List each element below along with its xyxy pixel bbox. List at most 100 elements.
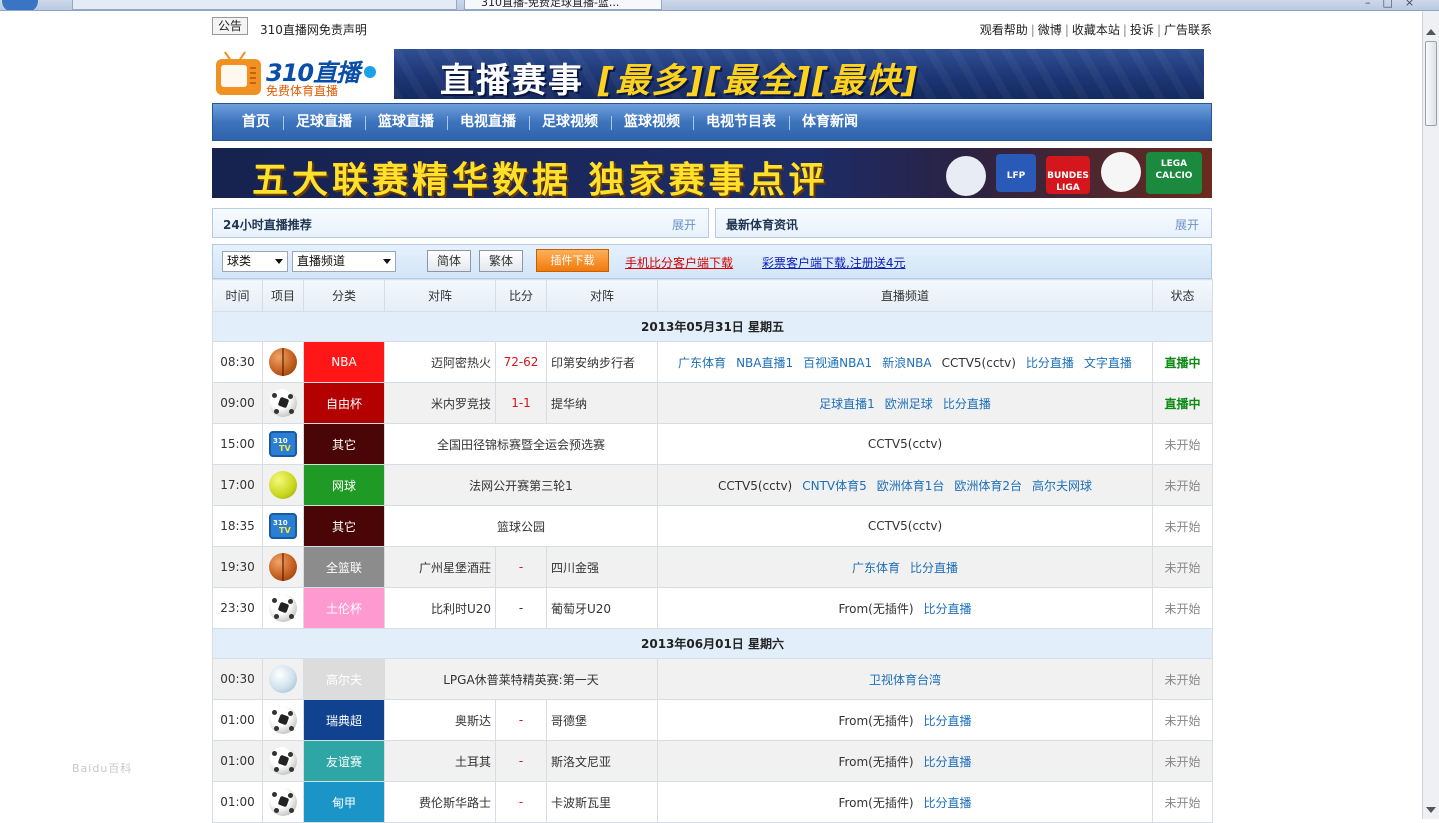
table-row[interactable]: 01:00 友谊赛 土耳其 - 斯洛文尼亚 From(无插件) 比分直播 未开始: [212, 740, 1213, 782]
home-team[interactable]: 迈阿密热火: [384, 341, 496, 383]
category-badge[interactable]: 网球: [303, 464, 385, 506]
window-controls[interactable]: –□×: [1365, 0, 1435, 10]
table-row[interactable]: 17:00 网球 法网公开赛第三轮1 CCTV5(cctv) CNTV体育5 欧洲体…: [212, 464, 1213, 506]
category-badge[interactable]: 友谊赛: [303, 740, 385, 782]
score[interactable]: -: [495, 699, 547, 741]
table-row[interactable]: 15:00 其它 全国田径锦标赛暨全运会预选赛 CCTV5(cctv) 未开始: [212, 423, 1213, 465]
away-team[interactable]: 印第安纳步行者: [546, 341, 658, 383]
site-logo[interactable]: 310直播 免费体育直播: [212, 49, 382, 99]
score[interactable]: -: [495, 740, 547, 782]
channel-link[interactable]: 比分直播: [924, 602, 972, 616]
browser-tab[interactable]: [72, 0, 457, 10]
nav-item-tv-schedule[interactable]: 电视节目表: [693, 104, 789, 140]
home-team[interactable]: 广州星堡酒莊: [384, 546, 496, 588]
category-badge[interactable]: 其它: [303, 423, 385, 465]
table-row[interactable]: 00:30 高尔夫 LPGA休普莱特精英赛:第一天 卫视体育台湾 未开始: [212, 658, 1213, 700]
channel-link[interactable]: CCTV5(cctv): [868, 437, 942, 451]
channel-link[interactable]: 文字直播: [1084, 356, 1132, 370]
nav-item-football-live[interactable]: 足球直播: [283, 104, 365, 140]
mobile-client-link[interactable]: 手机比分客户端下载: [625, 254, 733, 271]
away-team[interactable]: 提华纳: [546, 382, 658, 424]
channel-select[interactable]: 直播频道: [292, 251, 396, 272]
channel-link[interactable]: 新浪NBA: [882, 356, 931, 370]
channel-link[interactable]: 广东体育: [852, 561, 900, 575]
notice-link[interactable]: 310直播网免责声明: [260, 21, 367, 38]
expand-link[interactable]: 展开: [672, 216, 696, 233]
channel-link[interactable]: 比分直播: [924, 755, 972, 769]
table-row[interactable]: 19:30 全篮联 广州星堡酒莊 - 四川金强 广东体育 比分直播 未开始: [212, 546, 1213, 588]
table-row[interactable]: 23:30 土伦杯 比利时U20 - 葡萄牙U20 From(无插件) 比分直播 …: [212, 587, 1213, 629]
category-badge[interactable]: 高尔夫: [303, 658, 385, 700]
score[interactable]: -: [495, 781, 547, 823]
channel-link[interactable]: From(无插件): [838, 602, 913, 616]
help-link[interactable]: 观看帮助: [980, 23, 1028, 37]
channel-link[interactable]: 欧洲足球: [885, 397, 933, 411]
channel-link[interactable]: 比分直播: [1026, 356, 1074, 370]
channel-link[interactable]: CCTV5(cctv): [868, 519, 942, 533]
away-team[interactable]: 葡萄牙U20: [546, 587, 658, 629]
table-row[interactable]: 08:30 NBA 迈阿密热火 72-62 印第安纳步行者 广东体育 NBA直播1…: [212, 341, 1213, 383]
plugin-download-button[interactable]: 插件下载: [536, 249, 609, 272]
nav-item-football-video[interactable]: 足球视频: [529, 104, 611, 140]
back-button[interactable]: [2, 0, 38, 10]
nav-item-home[interactable]: 首页: [229, 104, 283, 140]
home-team[interactable]: 奥斯达: [384, 699, 496, 741]
top-banner-ad[interactable]: 直播赛事 [最多][最全][最快]: [394, 49, 1204, 99]
score[interactable]: -: [495, 546, 547, 588]
scroll-thumb[interactable]: [1425, 41, 1437, 126]
scroll-down-arrow-icon[interactable]: [1426, 807, 1436, 813]
home-team[interactable]: 费伦斯华路士: [384, 781, 496, 823]
away-team[interactable]: 四川金强: [546, 546, 658, 588]
score[interactable]: 1-1: [495, 382, 547, 424]
score[interactable]: -: [495, 587, 547, 629]
category-badge[interactable]: 自由杯: [303, 382, 385, 424]
channel-link[interactable]: CCTV5(cctv): [718, 479, 792, 493]
channel-link[interactable]: 比分直播: [943, 397, 991, 411]
match-title[interactable]: 法网公开赛第三轮1: [384, 464, 658, 506]
match-title[interactable]: 全国田径锦标赛暨全运会预选赛: [384, 423, 658, 465]
channel-link[interactable]: CNTV体育5: [802, 479, 867, 493]
lottery-client-link[interactable]: 彩票客户端下载,注册送4元: [762, 254, 905, 271]
channel-link[interactable]: 高尔夫网球: [1032, 479, 1092, 493]
home-team[interactable]: 比利时U20: [384, 587, 496, 629]
category-badge[interactable]: 土伦杯: [303, 587, 385, 629]
nav-item-basketball-video[interactable]: 篮球视频: [611, 104, 693, 140]
table-row[interactable]: 09:00 自由杯 米内罗竞技 1-1 提华纳 足球直播1 欧洲足球 比分直播 直播…: [212, 382, 1213, 424]
channel-link[interactable]: 比分直播: [924, 714, 972, 728]
channel-link[interactable]: NBA直播1: [736, 356, 793, 370]
away-team[interactable]: 斯洛文尼亚: [546, 740, 658, 782]
nav-item-basketball-live[interactable]: 篮球直播: [365, 104, 447, 140]
channel-link[interactable]: 比分直播: [910, 561, 958, 575]
channel-link[interactable]: 广东体育: [678, 356, 726, 370]
league-banner-ad[interactable]: 五大联赛精华数据 独家赛事点评 LFP BUNDES LIGA LEGA CAL…: [212, 148, 1212, 198]
channel-link[interactable]: 卫视体育台湾: [869, 673, 941, 687]
table-row[interactable]: 01:00 瑞典超 奥斯达 - 哥德堡 From(无插件) 比分直播 未开始: [212, 699, 1213, 741]
category-badge[interactable]: NBA: [303, 341, 385, 383]
page-scrollbar[interactable]: [1422, 11, 1439, 819]
away-team[interactable]: 卡波斯瓦里: [546, 781, 658, 823]
channel-link[interactable]: 百视通NBA1: [803, 356, 872, 370]
channel-link[interactable]: From(无插件): [838, 755, 913, 769]
channel-link[interactable]: From(无插件): [838, 714, 913, 728]
table-row[interactable]: 01:00 甸甲 费伦斯华路士 - 卡波斯瓦里 From(无插件) 比分直播 未开…: [212, 781, 1213, 823]
simplified-button[interactable]: 简体: [427, 250, 471, 272]
scroll-up-arrow-icon[interactable]: [1426, 29, 1436, 35]
bookmark-link[interactable]: 收藏本站: [1072, 23, 1120, 37]
home-team[interactable]: 土耳其: [384, 740, 496, 782]
channel-link[interactable]: From(无插件): [838, 796, 913, 810]
channel-link[interactable]: 比分直播: [924, 796, 972, 810]
channel-link[interactable]: 足球直播1: [819, 397, 875, 411]
match-title[interactable]: LPGA休普莱特精英赛:第一天: [384, 658, 658, 700]
ad-contact-link[interactable]: 广告联系: [1164, 23, 1212, 37]
category-badge[interactable]: 全篮联: [303, 546, 385, 588]
expand-link[interactable]: 展开: [1175, 216, 1199, 233]
nav-item-tv-live[interactable]: 电视直播: [447, 104, 529, 140]
home-team[interactable]: 米内罗竞技: [384, 382, 496, 424]
complaint-link[interactable]: 投诉: [1130, 23, 1154, 37]
sport-select[interactable]: 球类: [222, 251, 288, 272]
nav-item-sports-news[interactable]: 体育新闻: [789, 104, 871, 140]
category-badge[interactable]: 其它: [303, 505, 385, 547]
channel-link[interactable]: CCTV5(cctv): [942, 356, 1016, 370]
channel-link[interactable]: 欧洲体育2台: [954, 479, 1022, 493]
category-badge[interactable]: 甸甲: [303, 781, 385, 823]
